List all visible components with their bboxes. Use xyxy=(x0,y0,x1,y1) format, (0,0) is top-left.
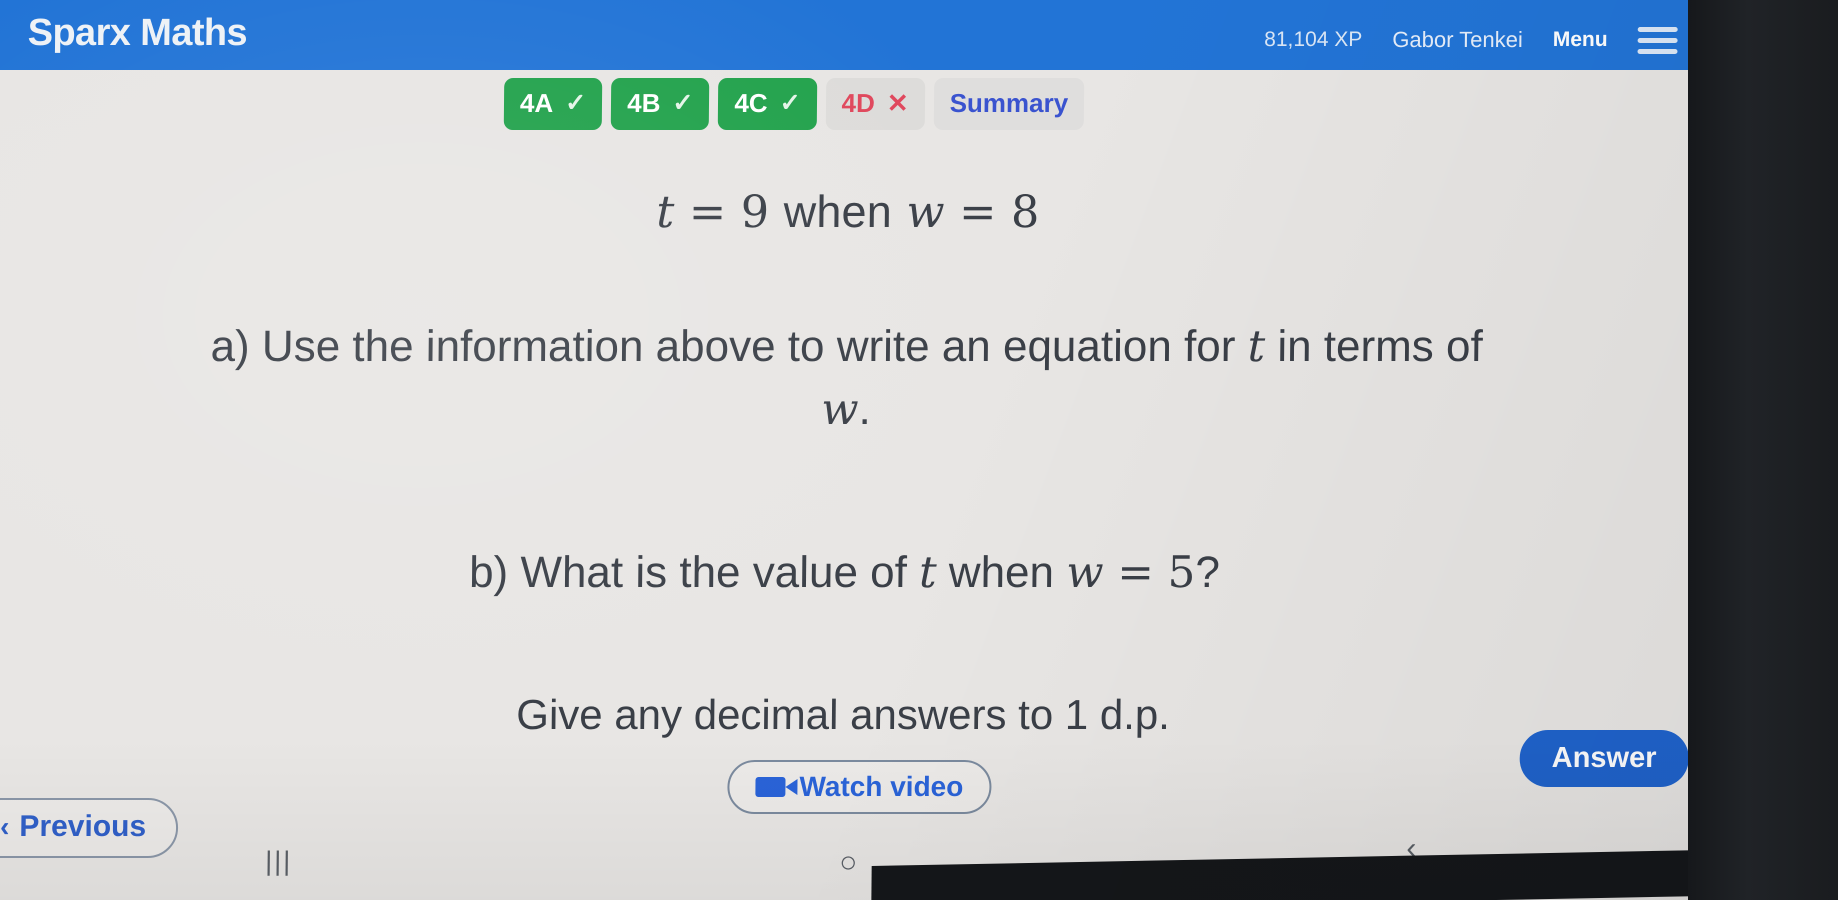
xp-counter: 81,104 XP xyxy=(1264,28,1363,51)
user-name[interactable]: Gabor Tenkei xyxy=(1392,27,1523,53)
tab-label: 4B xyxy=(627,87,661,118)
device-bezel-right xyxy=(1688,0,1838,900)
given-variable-w: w xyxy=(891,186,945,238)
video-camera-icon xyxy=(755,777,786,797)
part-b-text-1: What is the value of xyxy=(507,547,920,597)
tab-label: 4D xyxy=(841,87,876,118)
given-when-word: when xyxy=(783,186,893,237)
question-part-b: b) What is the value of t when w = 5? xyxy=(199,542,1490,605)
watch-video-button[interactable]: Watch video xyxy=(727,760,992,814)
chevron-left-icon: ‹ xyxy=(0,811,10,842)
tab-4c[interactable]: 4C ✓ xyxy=(718,78,817,130)
app-title: Sparx Maths xyxy=(27,11,248,54)
check-icon: ✓ xyxy=(565,89,587,117)
previous-button-label: Previous xyxy=(19,810,147,843)
part-a-text-2: in terms of xyxy=(1264,322,1483,371)
tab-4b[interactable]: 4B ✓ xyxy=(610,78,710,130)
tab-label: Summary xyxy=(949,87,1069,118)
given-variable-t: t xyxy=(656,186,675,238)
watch-video-label: Watch video xyxy=(799,771,964,802)
part-a-marker: a) xyxy=(210,322,250,371)
tab-summary[interactable]: Summary xyxy=(933,78,1085,130)
part-b-variable-t: t xyxy=(918,547,937,598)
tab-label: 4A xyxy=(519,87,554,118)
part-b-marker: b) xyxy=(468,547,509,597)
task-tab-bar: 4A ✓ 4B ✓ 4C ✓ 4D ✕ Summary xyxy=(503,78,1085,130)
given-statement: t = 9 when w = 8 xyxy=(0,186,1698,238)
hamburger-bar xyxy=(1637,26,1678,32)
answer-button[interactable]: Answer xyxy=(1519,730,1689,787)
part-a-text-1: Use the information above to write an eq… xyxy=(249,322,1248,371)
decimal-precision-note: Give any decimal answers to 1 d.p. xyxy=(516,690,1171,738)
app-header: Sparx Maths 81,104 XP Gabor Tenkei Menu xyxy=(0,0,1701,70)
hamburger-bar xyxy=(1637,48,1678,54)
hamburger-bar xyxy=(1637,37,1678,43)
menu-button-label[interactable]: Menu xyxy=(1553,28,1608,52)
answer-button-label: Answer xyxy=(1551,742,1657,774)
check-icon: ✓ xyxy=(672,89,694,117)
hamburger-icon[interactable] xyxy=(1637,26,1678,54)
tab-4d[interactable]: 4D ✕ xyxy=(825,78,925,130)
recent-apps-icon[interactable]: ||| xyxy=(265,842,292,876)
header-right-group: 81,104 XP Gabor Tenkei Menu xyxy=(1264,17,1696,54)
home-icon[interactable]: ○ xyxy=(839,842,859,879)
given-value-w: = 8 xyxy=(944,186,1040,238)
given-value-t: = 9 xyxy=(674,186,784,238)
tab-label: 4C xyxy=(734,87,768,118)
question-part-a: a) Use the information above to write an… xyxy=(201,316,1492,442)
part-b-variable-w: w xyxy=(1065,547,1104,598)
part-b-question-mark: ? xyxy=(1195,547,1221,597)
cross-icon: ✕ xyxy=(886,87,909,118)
part-a-variable-w: w xyxy=(821,384,859,435)
part-a-text-3: . xyxy=(858,384,872,434)
tab-4a[interactable]: 4A ✓ xyxy=(503,78,603,130)
device-screen: Sparx Maths 81,104 XP Gabor Tenkei Menu … xyxy=(0,0,1701,900)
part-b-value-w: = 5 xyxy=(1103,547,1196,598)
part-a-variable-t: t xyxy=(1247,322,1266,372)
question-area: t = 9 when w = 8 a) Use the information … xyxy=(0,140,1699,739)
part-b-text-2: when xyxy=(936,547,1067,597)
check-icon: ✓ xyxy=(779,89,801,117)
